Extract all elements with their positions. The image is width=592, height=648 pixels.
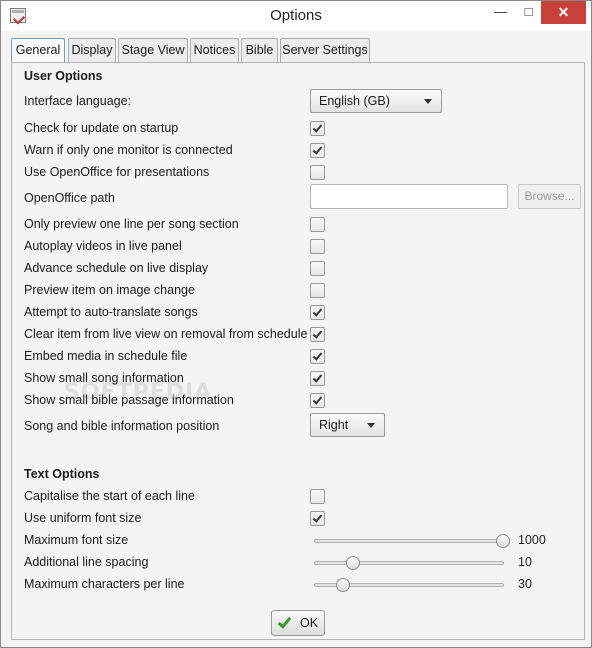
line-spacing-slider-thumb[interactable]	[345, 556, 360, 570]
checkmark-icon	[312, 394, 323, 405]
use-openoffice-label: Use OpenOffice for presentations	[24, 165, 210, 179]
autoplay-videos-checkbox[interactable]	[310, 239, 325, 254]
line-spacing-value: 10	[518, 555, 532, 569]
interface-language-select[interactable]: English (GB)	[310, 89, 442, 113]
line-spacing-label: Additional line spacing	[24, 555, 149, 569]
info-position-value: Right	[319, 418, 349, 432]
options-window: Options — □ ✕ General Display Stage View…	[0, 0, 592, 648]
embed-media-checkbox[interactable]	[310, 349, 325, 364]
info-position-select[interactable]: Right	[310, 413, 385, 437]
chevron-down-icon	[424, 99, 432, 104]
interface-language-value: English (GB)	[319, 94, 390, 108]
uniform-font-label: Use uniform font size	[24, 511, 142, 525]
checkmark-icon	[312, 122, 323, 133]
checkmark-icon	[312, 328, 323, 339]
max-chars-label: Maximum characters per line	[24, 577, 185, 591]
use-openoffice-checkbox[interactable]	[310, 165, 325, 180]
small-bible-info-checkbox[interactable]	[310, 393, 325, 408]
warn-monitor-label: Warn if only one monitor is connected	[24, 143, 233, 157]
tab-bible[interactable]: Bible	[241, 38, 278, 62]
tab-general[interactable]: General	[11, 38, 65, 63]
checkmark-icon	[312, 350, 323, 361]
openoffice-path-label: OpenOffice path	[24, 191, 115, 205]
advance-schedule-checkbox[interactable]	[310, 261, 325, 276]
preview-one-line-label: Only preview one line per song section	[24, 217, 239, 231]
user-options-heading: User Options	[24, 69, 103, 83]
small-bible-info-label: Show small bible passage information	[24, 393, 234, 407]
small-song-info-checkbox[interactable]	[310, 371, 325, 386]
max-chars-slider[interactable]	[314, 578, 504, 592]
clear-live-view-checkbox[interactable]	[310, 327, 325, 342]
check-update-label: Check for update on startup	[24, 121, 179, 135]
advance-schedule-label: Advance schedule on live display	[24, 261, 209, 275]
browse-button[interactable]: Browse...	[518, 184, 581, 209]
max-chars-value: 30	[518, 577, 532, 591]
preview-image-change-checkbox[interactable]	[310, 283, 325, 298]
checkmark-icon	[312, 372, 323, 383]
tab-stage-view[interactable]: Stage View	[118, 38, 188, 62]
checkmark-icon	[312, 512, 323, 523]
minimize-button[interactable]: —	[487, 1, 514, 24]
checkmark-icon	[277, 614, 292, 629]
interface-language-label: Interface language:	[24, 94, 132, 108]
clear-live-view-label: Clear item from live view on removal fro…	[24, 327, 308, 341]
preview-image-change-label: Preview item on image change	[24, 283, 195, 297]
warn-monitor-checkbox[interactable]	[310, 143, 325, 158]
check-update-checkbox[interactable]	[310, 121, 325, 136]
chevron-down-icon	[367, 423, 375, 428]
maximize-button[interactable]: □	[515, 1, 542, 24]
capitalise-label: Capitalise the start of each line	[24, 489, 195, 503]
ok-button[interactable]: OK	[271, 610, 325, 636]
general-panel: SOFTPEDIA User Options Interface languag…	[11, 62, 585, 640]
autoplay-videos-label: Autoplay videos in live panel	[24, 239, 182, 253]
max-chars-slider-thumb[interactable]	[336, 578, 351, 592]
title-bar: Options — □ ✕	[1, 1, 591, 31]
info-position-label: Song and bible information position	[24, 419, 220, 433]
text-options-heading: Text Options	[24, 467, 100, 481]
max-font-size-value: 1000	[518, 533, 546, 547]
tab-display[interactable]: Display	[68, 38, 116, 62]
checkmark-icon	[312, 144, 323, 155]
uniform-font-checkbox[interactable]	[310, 511, 325, 526]
small-song-info-label: Show small song information	[24, 371, 184, 385]
line-spacing-slider[interactable]	[314, 556, 504, 570]
tab-notices[interactable]: Notices	[190, 38, 239, 62]
auto-translate-checkbox[interactable]	[310, 305, 325, 320]
preview-one-line-checkbox[interactable]	[310, 217, 325, 232]
capitalise-checkbox[interactable]	[310, 489, 325, 504]
max-font-size-slider[interactable]	[314, 534, 510, 548]
ok-button-label: OK	[300, 616, 319, 630]
max-font-size-label: Maximum font size	[24, 533, 129, 547]
checkmark-icon	[312, 306, 323, 317]
close-button[interactable]: ✕	[541, 1, 586, 24]
auto-translate-label: Attempt to auto-translate songs	[24, 305, 198, 319]
max-font-size-slider-thumb[interactable]	[496, 534, 510, 548]
embed-media-label: Embed media in schedule file	[24, 349, 188, 363]
tab-server-settings[interactable]: Server Settings	[280, 38, 370, 62]
openoffice-path-input[interactable]	[310, 184, 508, 209]
